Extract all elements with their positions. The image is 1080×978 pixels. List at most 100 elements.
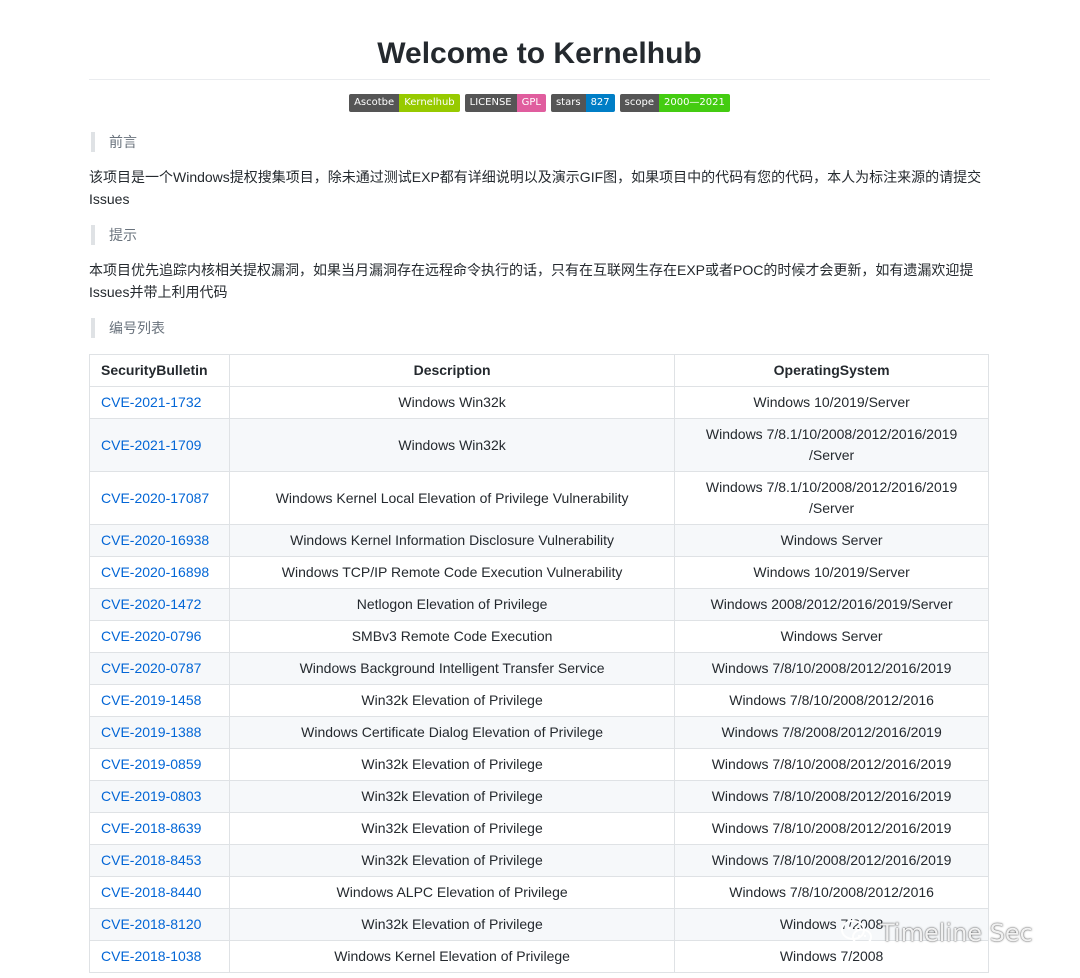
table-row: CVE-2020-17087 Windows Kernel Local Elev… xyxy=(89,471,989,525)
cve-cell: CVE-2018-8639 xyxy=(89,812,230,845)
cve-cell: CVE-2018-8440 xyxy=(89,876,230,909)
table-row: CVE-2019-0859 Win32k Elevation of Privil… xyxy=(89,748,989,781)
table-row: CVE-2018-8639 Win32k Elevation of Privil… xyxy=(89,812,989,845)
readme-page: Welcome to Kernelhub Ascotbe Kernelhub L… xyxy=(89,0,990,973)
os-cell: Windows 10/2019/Server xyxy=(674,386,989,419)
os-cell: Windows Server xyxy=(674,620,989,653)
cve-link[interactable]: CVE-2021-1709 xyxy=(101,437,201,453)
table-row: CVE-2021-1709 Windows Win32k Windows 7/8… xyxy=(89,418,989,472)
description-cell: Netlogon Elevation of Privilege xyxy=(228,588,676,621)
list-heading: 编号列表 xyxy=(91,318,990,338)
watermark: Timeline Sec xyxy=(840,918,1033,948)
column-header-description: Description xyxy=(228,354,676,387)
os-cell: Windows Server xyxy=(674,524,989,557)
cve-link[interactable]: CVE-2020-1472 xyxy=(101,596,201,612)
badge-stars[interactable]: stars 827 xyxy=(550,94,615,112)
badge-author[interactable]: Ascotbe Kernelhub xyxy=(349,94,460,112)
description-cell: Windows Win32k xyxy=(228,386,676,419)
badge-value: Kernelhub xyxy=(399,94,460,112)
cve-cell: CVE-2020-16938 xyxy=(89,524,230,557)
description-cell: Win32k Elevation of Privilege xyxy=(228,812,676,845)
description-cell: Win32k Elevation of Privilege xyxy=(228,748,676,781)
tip-text: 本项目优先追踪内核相关提权漏洞，如果当月漏洞存在远程命令执行的话，只有在互联网生… xyxy=(89,262,974,300)
cve-link[interactable]: CVE-2019-1388 xyxy=(101,724,201,740)
table-row: CVE-2020-16898 Windows TCP/IP Remote Cod… xyxy=(89,556,989,589)
badge-label: Ascotbe xyxy=(349,94,400,112)
table-row: CVE-2019-0803 Win32k Elevation of Privil… xyxy=(89,780,989,813)
badge-label: stars xyxy=(550,94,586,112)
os-cell: Windows 10/2019/Server xyxy=(674,556,989,589)
table-row: CVE-2018-8440 Windows ALPC Elevation of … xyxy=(89,876,989,909)
os-cell: Windows 7/8.1/10/2008/2012/2016/2019 /Se… xyxy=(674,471,989,525)
cve-link[interactable]: CVE-2020-0787 xyxy=(101,660,201,676)
cve-cell: CVE-2020-0796 xyxy=(89,620,230,653)
badge-label: scope xyxy=(619,94,659,112)
table-row: CVE-2020-1472 Netlogon Elevation of Priv… xyxy=(89,588,989,621)
cve-link[interactable]: CVE-2018-8440 xyxy=(101,884,201,900)
cve-link[interactable]: CVE-2021-1732 xyxy=(101,394,201,410)
description-cell: Win32k Elevation of Privilege xyxy=(228,908,676,941)
watermark-text: Timeline Sec xyxy=(880,919,1033,947)
os-cell: Windows 7/8/10/2008/2012/2016 xyxy=(674,876,989,909)
description-cell: Win32k Elevation of Privilege xyxy=(228,684,676,717)
badge-license[interactable]: LICENSE GPL xyxy=(464,94,546,112)
page-title: Welcome to Kernelhub xyxy=(377,37,702,70)
os-cell: Windows 7/8/10/2008/2012/2016/2019 xyxy=(674,652,989,685)
cve-cell: CVE-2018-8453 xyxy=(89,844,230,877)
os-cell: Windows 2008/2012/2016/2019/Server xyxy=(674,588,989,621)
description-cell: Windows ALPC Elevation of Privilege xyxy=(228,876,676,909)
badge-scope[interactable]: scope 2000—2021 xyxy=(619,94,730,112)
table-row: CVE-2018-8453 Win32k Elevation of Privil… xyxy=(89,844,989,877)
description-cell: Windows Certificate Dialog Elevation of … xyxy=(228,716,676,749)
cve-cell: CVE-2020-1472 xyxy=(89,588,230,621)
os-cell: Windows 7/8/2008/2012/2016/2019 xyxy=(674,716,989,749)
badge-value: 827 xyxy=(585,94,615,112)
description-cell: Windows Background Intelligent Transfer … xyxy=(228,652,676,685)
cve-link[interactable]: CVE-2020-0796 xyxy=(101,628,201,644)
badge-value: GPL xyxy=(516,94,546,112)
preface-text: 该项目是一个Windows提权搜集项目，除未通过测试EXP都有详细说明以及演示G… xyxy=(89,169,982,207)
cve-cell: CVE-2021-1732 xyxy=(89,386,230,419)
table-row: CVE-2020-16938 Windows Kernel Informatio… xyxy=(89,524,989,557)
badge-value: 2000—2021 xyxy=(658,94,730,112)
description-cell: Windows Kernel Local Elevation of Privil… xyxy=(228,471,676,525)
column-header-securitybulletin: SecurityBulletin xyxy=(89,354,230,387)
description-cell: Windows Kernel Elevation of Privilege xyxy=(228,940,676,973)
cve-cell: CVE-2019-0803 xyxy=(89,780,230,813)
description-cell: Windows Win32k xyxy=(228,418,676,472)
cve-cell: CVE-2019-1388 xyxy=(89,716,230,749)
cve-link[interactable]: CVE-2019-0803 xyxy=(101,788,201,804)
cve-link[interactable]: CVE-2018-8453 xyxy=(101,852,201,868)
cve-cell: CVE-2018-8120 xyxy=(89,908,230,941)
description-cell: Win32k Elevation of Privilege xyxy=(228,844,676,877)
cve-link[interactable]: CVE-2020-16898 xyxy=(101,564,209,580)
cve-link[interactable]: CVE-2020-17087 xyxy=(101,490,209,506)
cve-link[interactable]: CVE-2018-8120 xyxy=(101,916,201,932)
tip-heading: 提示 xyxy=(91,225,990,245)
description-cell: Windows Kernel Information Disclosure Vu… xyxy=(228,524,676,557)
cve-cell: CVE-2019-1458 xyxy=(89,684,230,717)
cve-cell: CVE-2019-0859 xyxy=(89,748,230,781)
os-cell: Windows 7/8/10/2008/2012/2016/2019 xyxy=(674,780,989,813)
table-header-row: SecurityBulletin Description OperatingSy… xyxy=(89,354,989,387)
cve-link[interactable]: CVE-2019-1458 xyxy=(101,692,201,708)
badge-label: LICENSE xyxy=(464,94,517,112)
cve-cell: CVE-2020-17087 xyxy=(89,471,230,525)
os-cell: Windows 7/8/10/2008/2012/2016 xyxy=(674,684,989,717)
cve-link[interactable]: CVE-2018-1038 xyxy=(101,948,201,964)
cve-link[interactable]: CVE-2018-8639 xyxy=(101,820,201,836)
column-header-operatingsystem: OperatingSystem xyxy=(674,354,989,387)
cve-link[interactable]: CVE-2019-0859 xyxy=(101,756,201,772)
title-divider xyxy=(89,79,990,80)
table-row: CVE-2020-0787 Windows Background Intelli… xyxy=(89,652,989,685)
table-row: CVE-2019-1458 Win32k Elevation of Privil… xyxy=(89,684,989,717)
cve-cell: CVE-2020-16898 xyxy=(89,556,230,589)
wechat-icon xyxy=(840,918,874,948)
description-cell: Win32k Elevation of Privilege xyxy=(228,780,676,813)
cve-cell: CVE-2021-1709 xyxy=(89,418,230,472)
cve-cell: CVE-2020-0787 xyxy=(89,652,230,685)
bulletin-table: SecurityBulletin Description OperatingSy… xyxy=(89,354,989,973)
os-cell: Windows 7/8.1/10/2008/2012/2016/2019 /Se… xyxy=(674,418,989,472)
os-cell: Windows 7/8/10/2008/2012/2016/2019 xyxy=(674,844,989,877)
cve-link[interactable]: CVE-2020-16938 xyxy=(101,532,209,548)
